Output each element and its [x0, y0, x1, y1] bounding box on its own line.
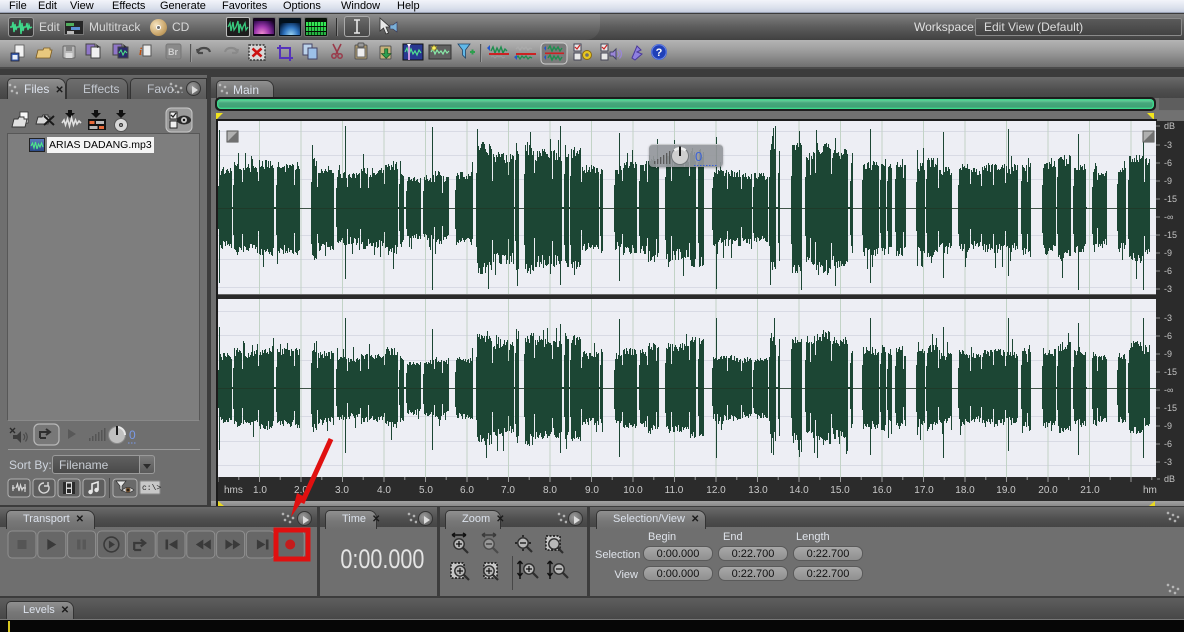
- svg-text:-9: -9: [1164, 349, 1172, 359]
- svg-text:6.0: 6.0: [460, 485, 474, 496]
- svg-text:11.0: 11.0: [665, 485, 684, 496]
- svg-text:15.0: 15.0: [830, 485, 850, 496]
- svg-text:0: 0: [129, 428, 136, 442]
- svg-text:0: 0: [695, 149, 702, 164]
- svg-text:3.0: 3.0: [335, 485, 349, 496]
- svg-text:18.0: 18.0: [955, 485, 975, 496]
- svg-text:-6: -6: [1164, 331, 1172, 341]
- svg-text:dB: dB: [1164, 121, 1175, 131]
- svg-text:7.0: 7.0: [501, 485, 515, 496]
- svg-text:-9: -9: [1164, 248, 1172, 258]
- svg-text:Br: Br: [168, 47, 178, 57]
- svg-text:17.0: 17.0: [914, 485, 934, 496]
- svg-text:?: ?: [656, 47, 663, 59]
- svg-text:9.0: 9.0: [585, 485, 599, 496]
- svg-text:13.0: 13.0: [748, 485, 768, 496]
- svg-text:19.0: 19.0: [996, 485, 1016, 496]
- svg-text:-9: -9: [1164, 421, 1172, 431]
- svg-text:-6: -6: [1164, 158, 1172, 168]
- svg-text:14.0: 14.0: [789, 485, 809, 496]
- svg-text:16.0: 16.0: [872, 485, 892, 496]
- svg-text:-6: -6: [1164, 266, 1172, 276]
- svg-text:-15: -15: [1164, 367, 1177, 377]
- svg-text:21.0: 21.0: [1080, 485, 1100, 496]
- svg-text:-∞: -∞: [1164, 385, 1173, 395]
- svg-text:-15: -15: [1164, 230, 1177, 240]
- svg-text:i: i: [139, 46, 143, 58]
- svg-text:-3: -3: [1164, 457, 1172, 467]
- svg-text:-∞: -∞: [1164, 212, 1173, 222]
- svg-text:-9: -9: [1164, 176, 1172, 186]
- svg-text:8.0: 8.0: [543, 485, 557, 496]
- svg-text:1.0: 1.0: [253, 485, 267, 496]
- svg-text:12.0: 12.0: [706, 485, 726, 496]
- svg-text:20.0: 20.0: [1038, 485, 1058, 496]
- svg-text:dB: dB: [1164, 474, 1175, 484]
- svg-text:-6: -6: [1164, 439, 1172, 449]
- svg-text:10.0: 10.0: [623, 485, 643, 496]
- svg-text:hms: hms: [224, 485, 243, 496]
- svg-text:-3: -3: [1164, 313, 1172, 323]
- svg-text:-3: -3: [1164, 140, 1172, 150]
- svg-text:4.0: 4.0: [377, 485, 391, 496]
- svg-text:5.0: 5.0: [419, 485, 433, 496]
- svg-text:c:\>: c:\>: [142, 484, 161, 493]
- svg-text:-15: -15: [1164, 403, 1177, 413]
- svg-text:-15: -15: [1164, 194, 1177, 204]
- svg-text:2.0: 2.0: [294, 485, 308, 496]
- svg-text:-3: -3: [1164, 284, 1172, 294]
- svg-text:hms: hms: [1143, 485, 1157, 496]
